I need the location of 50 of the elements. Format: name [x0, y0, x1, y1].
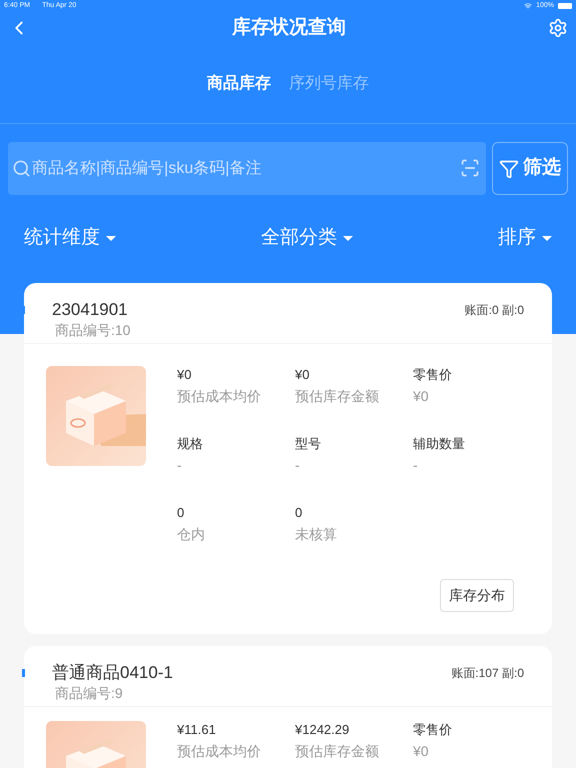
metric-value: 零售价: [413, 366, 453, 384]
wifi-icon: [524, 2, 532, 10]
caret-icon: [106, 236, 116, 240]
scan-icon[interactable]: [460, 158, 480, 178]
metric-label: -: [413, 456, 419, 474]
metric-value: ¥11.61: [177, 721, 217, 739]
stock-count: 账面:0 副:0: [464, 302, 524, 319]
settings-icon[interactable]: [548, 18, 568, 38]
metric-label: 预估库存金额: [295, 387, 380, 405]
stock-count: 账面:107 副:0: [451, 665, 524, 682]
search-icon: [12, 159, 31, 178]
filter-button[interactable]: 筛选: [492, 142, 568, 195]
page-title: 库存状况查询: [232, 16, 346, 40]
metric-value: 型号: [295, 435, 322, 453]
battery-icon: [558, 3, 572, 9]
dropdown[interactable]: 全部分类: [261, 224, 353, 252]
metric-value: 0: [295, 504, 304, 522]
tab[interactable]: 序列号库存: [289, 72, 369, 96]
list-marker: [22, 306, 25, 314]
product-card[interactable]: 普通商品0410-1 商品编号:9 账面:107 副:0 ¥11.61 预估成本均价 ¥1242.29 预估库存金额 零售价 ¥0: [24, 646, 552, 768]
metric-value: 辅助数量: [413, 435, 466, 453]
metric-value: 规格: [177, 435, 204, 453]
metric-label: ¥0: [413, 742, 430, 760]
search-field[interactable]: 商品名称|商品编号|sku条码|备注: [8, 142, 486, 195]
metric-label: 预估成本均价: [177, 742, 262, 760]
metric-label: -: [295, 456, 301, 474]
dropdown[interactable]: 统计维度: [24, 224, 116, 252]
dropdown[interactable]: 排序: [498, 224, 552, 252]
metric-value: ¥0: [295, 366, 310, 384]
product-name: 普通商品0410-1: [52, 662, 173, 684]
filter-icon: [499, 158, 519, 178]
caret-icon: [343, 236, 353, 240]
metric-value: 零售价: [413, 721, 453, 739]
product-name: 23041901: [52, 299, 129, 321]
metric-label: ¥0: [413, 387, 430, 405]
metric-label: 仓内: [177, 525, 206, 543]
metric-label: -: [177, 456, 183, 474]
caret-icon: [542, 236, 552, 240]
product-card[interactable]: 23041901 商品编号:10 账面:0 副:0 ¥0 预估成本均价 ¥0 预估库存金额 零售价 ¥0 规格 - 型号 - 辅助数量 - 0 仓内 0 未核算 库存分布: [24, 283, 552, 634]
metric-value: ¥0: [177, 366, 192, 384]
tab[interactable]: 商品库存: [207, 72, 271, 96]
product-code: 商品编号:10: [55, 321, 130, 339]
metric-label: 预估库存金额: [295, 742, 380, 760]
product-code: 商品编号:9: [55, 684, 124, 702]
metric-label: 预估成本均价: [177, 387, 262, 405]
metric-value: ¥1242.29: [295, 721, 350, 739]
metric-label: 未核算: [295, 525, 338, 543]
stock-distribution-button[interactable]: 库存分布: [440, 579, 514, 612]
list-marker: [22, 669, 25, 677]
metric-value: 0: [177, 504, 186, 522]
